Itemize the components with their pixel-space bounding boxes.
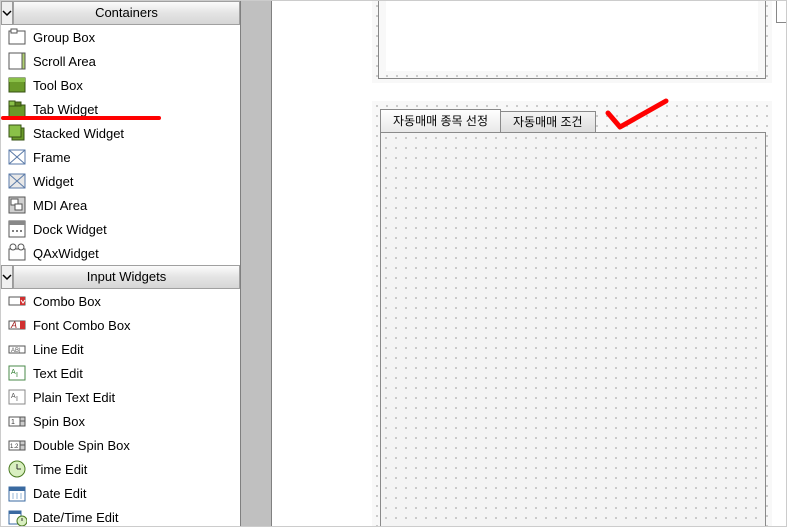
widget-item-label: Widget bbox=[33, 174, 73, 189]
widget-item-spin[interactable]: 1 Spin Box bbox=[1, 409, 240, 433]
widget-item-dspin[interactable]: 1.2 Double Spin Box bbox=[1, 433, 240, 457]
widget-item-label: Plain Text Edit bbox=[33, 390, 115, 405]
category-collapse-button-inputwidgets[interactable] bbox=[1, 265, 13, 289]
widget-item-time[interactable]: Time Edit bbox=[1, 457, 240, 481]
dspin-icon: 1.2 bbox=[7, 435, 27, 455]
qax-icon bbox=[7, 243, 27, 263]
svg-text:1.2: 1.2 bbox=[10, 444, 19, 450]
widget-item-fontcombo[interactable]: A Font Combo Box bbox=[1, 313, 240, 337]
datetime-icon bbox=[7, 507, 27, 527]
widget-item-toolbox[interactable]: Tool Box bbox=[1, 73, 240, 97]
widget-item-label: Stacked Widget bbox=[33, 126, 124, 141]
widget-item-label: Spin Box bbox=[33, 414, 85, 429]
widget-item-label: Frame bbox=[33, 150, 71, 165]
groupbox-icon bbox=[7, 27, 27, 47]
widget-item-lineedit[interactable]: AB| Line Edit bbox=[1, 337, 240, 361]
widget-item-groupbox[interactable]: Group Box bbox=[1, 25, 240, 49]
dockwidget-icon bbox=[7, 219, 27, 239]
widget-item-date[interactable]: Date Edit bbox=[1, 481, 240, 505]
stacked-icon bbox=[7, 123, 27, 143]
existing-widget-inner bbox=[386, 0, 758, 71]
widget-item-label: Time Edit bbox=[33, 462, 87, 477]
category-collapse-button-containers[interactable] bbox=[1, 1, 13, 25]
widget-item-label: Tool Box bbox=[33, 78, 83, 93]
lineedit-icon: AB| bbox=[7, 339, 27, 359]
combo-icon bbox=[7, 291, 27, 311]
tab-bar: 자동매매 종목 선정 자동매매 조건 bbox=[380, 109, 764, 132]
tab-auto-stock-select[interactable]: 자동매매 종목 선정 bbox=[380, 109, 501, 133]
widget-item-scrollarea[interactable]: Scroll Area bbox=[1, 49, 240, 73]
widget-item-label: Double Spin Box bbox=[33, 438, 130, 453]
category-title: Containers bbox=[95, 5, 158, 20]
category-title: Input Widgets bbox=[87, 269, 167, 284]
date-icon bbox=[7, 483, 27, 503]
mdiarea-icon bbox=[7, 195, 27, 215]
tab-label: 자동매매 종목 선정 bbox=[393, 114, 488, 128]
svg-text:A: A bbox=[10, 320, 17, 330]
widget-item-label: Line Edit bbox=[33, 342, 84, 357]
widget-item-textedit[interactable]: AI Text Edit bbox=[1, 361, 240, 385]
form-design-canvas[interactable]: 자동매매 종목 선정 자동매매 조건 bbox=[272, 1, 786, 527]
widget-box-panel: Containers Group Box Scroll Area Tool Box T… bbox=[1, 1, 240, 527]
widget-item-label: QAxWidget bbox=[33, 246, 99, 261]
widget-item-label: Date Edit bbox=[33, 486, 86, 501]
widget-item-label: MDI Area bbox=[33, 198, 87, 213]
tab-label: 자동매매 조건 bbox=[513, 115, 583, 129]
widget-item-stacked[interactable]: Stacked Widget bbox=[1, 121, 240, 145]
widget-icon bbox=[7, 171, 27, 191]
scrollarea-icon bbox=[7, 51, 27, 71]
svg-text:1: 1 bbox=[11, 419, 15, 426]
widget-item-label: Dock Widget bbox=[33, 222, 107, 237]
widget-item-mdiarea[interactable]: MDI Area bbox=[1, 193, 240, 217]
category-header-containers[interactable]: Containers bbox=[13, 1, 240, 25]
category-header-inputwidgets[interactable]: Input Widgets bbox=[13, 265, 240, 289]
spin-icon: 1 bbox=[7, 411, 27, 431]
widget-item-widget[interactable]: Widget bbox=[1, 169, 240, 193]
plaintext-icon: AI bbox=[7, 387, 27, 407]
widget-item-combo[interactable]: Combo Box bbox=[1, 289, 240, 313]
widget-item-dockwidget[interactable]: Dock Widget bbox=[1, 217, 240, 241]
toolbox-icon bbox=[7, 75, 27, 95]
widget-item-label: Date/Time Edit bbox=[33, 510, 119, 525]
widget-item-qax[interactable]: QAxWidget bbox=[1, 241, 240, 265]
widget-item-label: Group Box bbox=[33, 30, 95, 45]
textedit-icon: AI bbox=[7, 363, 27, 383]
splitter-gutter[interactable] bbox=[240, 1, 272, 527]
widget-list-containers: Group Box Scroll Area Tool Box Tab Widget St… bbox=[1, 25, 240, 265]
svg-text:AB|: AB| bbox=[11, 348, 21, 354]
widget-item-label: Scroll Area bbox=[33, 54, 96, 69]
clipped-frame-fragment bbox=[776, 1, 786, 23]
widget-item-label: Text Edit bbox=[33, 366, 83, 381]
widget-item-label: Tab Widget bbox=[33, 102, 98, 117]
widget-item-datetime[interactable]: Date/Time Edit bbox=[1, 505, 240, 527]
tab-page[interactable] bbox=[380, 132, 766, 527]
widget-item-plaintext[interactable]: AI Plain Text Edit bbox=[1, 385, 240, 409]
svg-text:I: I bbox=[16, 396, 18, 403]
tab-auto-condition[interactable]: 자동매매 조건 bbox=[500, 111, 596, 133]
annotation-underline bbox=[1, 116, 161, 120]
widget-list-inputwidgets: Combo Box A Font Combo Box AB| Line Edit AI Te… bbox=[1, 289, 240, 527]
tab-widget[interactable]: 자동매매 종목 선정 자동매매 조건 bbox=[380, 109, 764, 527]
fontcombo-icon: A bbox=[7, 315, 27, 335]
frame-icon bbox=[7, 147, 27, 167]
svg-text:I: I bbox=[16, 372, 18, 379]
widget-item-label: Font Combo Box bbox=[33, 318, 131, 333]
widget-item-label: Combo Box bbox=[33, 294, 101, 309]
widget-item-frame[interactable]: Frame bbox=[1, 145, 240, 169]
time-icon bbox=[7, 459, 27, 479]
